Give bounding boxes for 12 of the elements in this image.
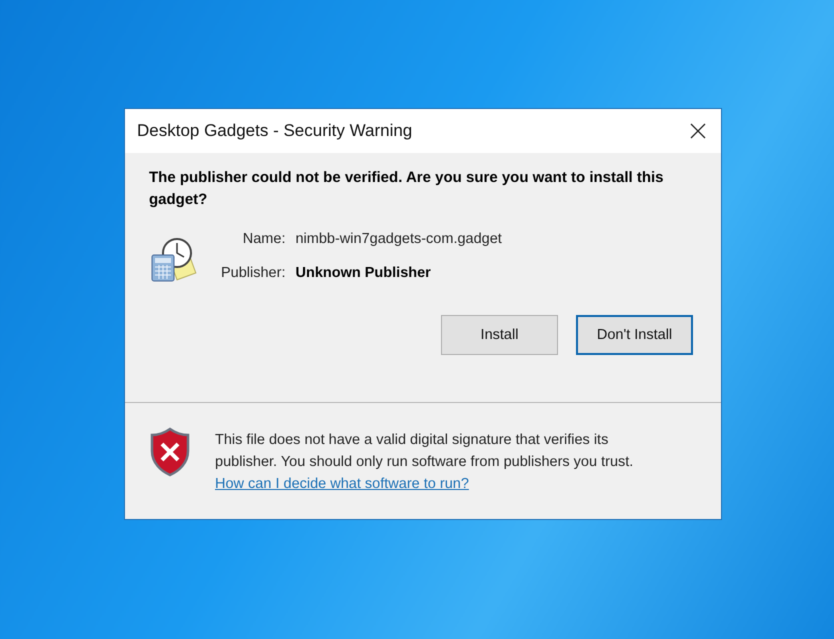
field-label: Publisher: [221,265,286,281]
field-value: Unknown Publisher [295,265,431,281]
close-icon [690,123,706,139]
dont-install-button[interactable]: Don't Install [576,315,693,355]
signature-warning-text: This file does not have a valid digital signature that verifies its publisher. You should only run software from publishers you trust. [215,431,634,472]
field-value: nimbb-win7gadgets-com.gadget [295,231,502,247]
help-link[interactable]: How can I decide what software to run? [215,473,469,495]
warning-heading: The publisher could not be verified. Are you sure you want to install this gadget? [149,168,665,210]
field-label: Name: [242,231,286,247]
window-title: Desktop Gadgets - Security Warning [137,121,412,141]
install-button[interactable]: Install [441,315,558,355]
error-shield-icon [149,427,191,477]
